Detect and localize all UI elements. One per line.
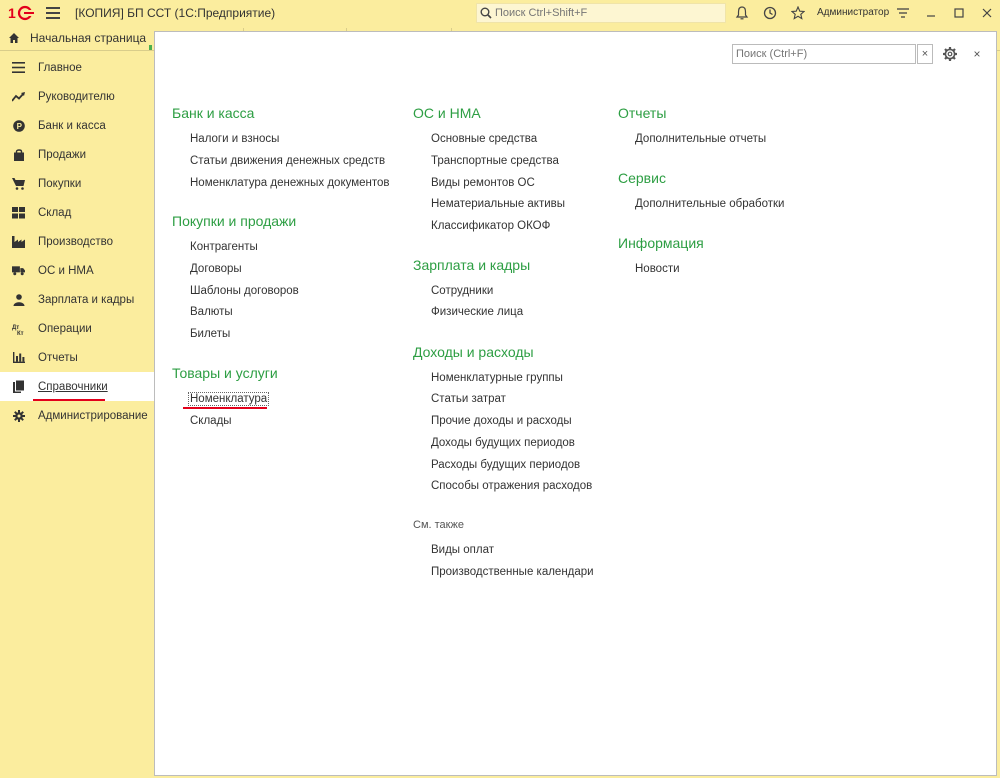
section-title-goods: Товары и услуги [172,365,278,381]
link-deferred-income[interactable]: Доходы будущих периодов [431,437,575,449]
link-payment-types[interactable]: Виды оплат [431,544,494,556]
link-okof[interactable]: Классификатор ОКОФ [431,220,550,232]
highlight-underline [33,399,105,401]
bar-chart-icon [12,351,25,364]
user-name[interactable]: Администратор [817,7,889,18]
bag-icon [12,148,25,161]
link-counterparties[interactable]: Контрагенты [190,241,258,253]
link-fixed-assets[interactable]: Основные средства [431,133,537,145]
close-window-button[interactable] [978,4,996,22]
list-icon [12,61,25,74]
link-currencies[interactable]: Валюты [190,306,233,318]
sidebar-item-operations[interactable]: Дт Кт Операции [0,314,153,343]
sections-sidebar: Главное Руководителю Р Банк и касса Прод… [0,53,155,778]
sidebar-item-production[interactable]: Производство [0,227,153,256]
link-nomenclature[interactable]: Номенклатура [187,392,270,406]
sidebar-item-main[interactable]: Главное [0,53,153,82]
link-repair-types[interactable]: Виды ремонтов ОС [431,177,535,189]
svg-text:1: 1 [8,5,16,21]
sidebar-item-reports[interactable]: Отчеты [0,343,153,372]
section-title-information: Информация [618,235,704,251]
link-cashflow-items[interactable]: Статьи движения денежных средств [190,155,385,167]
sidebar-item-warehouse[interactable]: Склад [0,198,153,227]
minimize-button[interactable] [922,4,940,22]
svg-text:Р: Р [16,122,22,131]
sidebar-item-fixed-assets[interactable]: ОС и НМА [0,256,153,285]
link-production-calendars[interactable]: Производственные календари [431,566,594,578]
coin-icon: Р [12,119,25,132]
dt-kt-icon: Дт Кт [12,322,25,335]
bell-icon[interactable] [734,5,750,21]
highlight-underline [183,407,267,409]
section-title-fixed-assets: ОС и НМА [413,105,481,121]
main-menu-icon[interactable] [46,7,60,19]
link-vehicles[interactable]: Транспортные средства [431,155,559,167]
cart-icon [12,177,25,190]
link-additional-reports[interactable]: Дополнительные отчеты [635,133,766,145]
gear-icon[interactable] [942,46,958,62]
section-title-service: Сервис [618,170,666,186]
link-deferred-expenses[interactable]: Расходы будущих периодов [431,459,580,471]
link-warehouses[interactable]: Склады [190,415,232,427]
see-also-title: См. также [413,519,464,531]
factory-icon [12,235,25,248]
link-individuals[interactable]: Физические лица [431,306,523,318]
1c-logo-icon: 1 [8,5,34,21]
link-news[interactable]: Новости [635,263,680,275]
panel-search[interactable] [732,44,916,64]
link-contracts[interactable]: Договоры [190,263,242,275]
maximize-button[interactable] [950,4,968,22]
section-title-income-expenses: Доходы и расходы [413,344,534,360]
tab-home-label: Начальная страница [30,31,147,45]
link-taxes[interactable]: Налоги и взносы [190,133,279,145]
title-bar: 1 [КОПИЯ] БП ССТ (1С:Предприятие) Админи… [0,0,1000,26]
link-expense-reflection[interactable]: Способы отражения расходов [431,480,592,492]
sidebar-item-administration[interactable]: Администрирование [0,401,153,430]
search-icon [477,4,495,22]
catalogs-panel: × × Банк и касса Налоги и взносы Статьи … [154,31,997,776]
gear-icon [12,409,25,422]
link-employees[interactable]: Сотрудники [431,285,493,297]
sidebar-item-catalogs[interactable]: Справочники [0,372,155,401]
tab-home[interactable]: Начальная страница [0,26,152,50]
sidebar-item-sales[interactable]: Продажи [0,140,153,169]
link-intangible-assets[interactable]: Нематериальные активы [431,198,565,210]
section-title-reports: Отчеты [618,105,667,121]
section-title-purchases-sales: Покупки и продажи [172,213,297,229]
sidebar-item-bank[interactable]: Р Банк и касса [0,111,153,140]
home-icon [9,33,19,43]
global-search-input[interactable] [495,7,715,19]
link-tickets[interactable]: Билеты [190,328,230,340]
history-icon[interactable] [762,5,778,21]
trend-icon [12,90,25,103]
link-contract-templates[interactable]: Шаблоны договоров [190,285,299,297]
app-title: [КОПИЯ] БП ССТ (1С:Предприятие) [75,6,276,20]
active-tab-indicator [149,45,152,50]
sidebar-item-purchases[interactable]: Покупки [0,169,153,198]
sidebar-item-manager[interactable]: Руководителю [0,82,153,111]
global-search[interactable] [476,3,726,23]
clear-search-button[interactable]: × [917,44,933,64]
warehouse-icon [12,206,25,219]
link-money-documents[interactable]: Номенклатура денежных документов [190,177,390,189]
settings-menu-icon[interactable] [895,5,911,21]
favorites-star-icon[interactable] [790,5,806,21]
close-panel-button[interactable]: × [970,46,984,62]
books-icon [12,380,25,393]
panel-search-input[interactable] [733,45,915,63]
link-cost-items[interactable]: Статьи затрат [431,393,506,405]
link-additional-processing[interactable]: Дополнительные обработки [635,198,784,210]
section-title-salary: Зарплата и кадры [413,257,531,273]
svg-text:Кт: Кт [17,331,24,335]
truck-icon [12,264,25,277]
section-title-bank: Банк и касса [172,105,255,121]
sidebar-item-salary[interactable]: Зарплата и кадры [0,285,153,314]
person-icon [12,293,25,306]
link-nomenclature-groups[interactable]: Номенклатурные группы [431,372,563,384]
link-other-income-expenses[interactable]: Прочие доходы и расходы [431,415,572,427]
